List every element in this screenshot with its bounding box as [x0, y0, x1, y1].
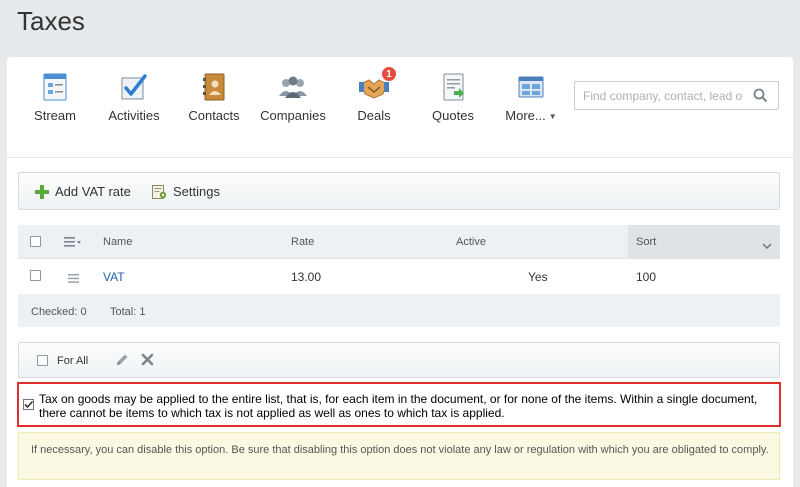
page-title: Taxes	[17, 6, 85, 36]
quotes-icon	[438, 72, 468, 102]
apply-tax-checkbox[interactable]	[23, 399, 34, 410]
plus-icon	[35, 184, 49, 199]
nav-item-contacts[interactable]: Contacts	[186, 70, 242, 123]
nav-label: Companies	[260, 108, 326, 123]
grid-footer: Checked: 0 Total: 1	[18, 294, 780, 327]
grid-header: Name Rate Active Sort	[18, 225, 780, 259]
search-input[interactable]	[575, 82, 747, 109]
caret-down-icon: ▼	[548, 112, 557, 122]
column-header-rate[interactable]: Rate	[291, 236, 314, 248]
tax-notice-box: Tax on goods may be applied to the entir…	[17, 382, 781, 427]
delete-icon[interactable]	[141, 353, 154, 371]
contacts-icon	[199, 72, 229, 102]
tax-notice-text: Tax on goods may be applied to the entir…	[39, 392, 758, 420]
search-box	[574, 81, 779, 110]
more-icon	[516, 72, 546, 102]
total-count: Total: 1	[110, 306, 146, 318]
for-all-label: For All	[57, 355, 89, 367]
nav-label: Contacts	[188, 108, 240, 123]
row-active: Yes	[528, 270, 548, 284]
toolbar: Add VAT rate Settings	[18, 172, 780, 210]
settings-icon	[152, 184, 167, 199]
checked-count: Checked: 0	[31, 306, 87, 318]
deals-icon: 1	[359, 66, 397, 102]
nav-label: More...	[505, 108, 546, 123]
activities-icon	[119, 72, 149, 102]
row-rate: 13.00	[291, 270, 322, 284]
companies-icon	[278, 72, 308, 102]
nav-item-activities[interactable]: Activities	[104, 70, 164, 123]
settings-button[interactable]: Settings	[152, 184, 220, 199]
column-settings-icon[interactable]	[64, 235, 82, 253]
nav-label: Stream	[34, 108, 76, 123]
deals-badge: 1	[381, 66, 397, 82]
warning-text: If necessary, you can disable this optio…	[31, 444, 769, 456]
row-menu-icon[interactable]	[68, 271, 79, 289]
chevron-down-icon	[762, 237, 772, 255]
nav-item-companies[interactable]: Companies	[260, 70, 326, 123]
settings-label: Settings	[173, 184, 220, 199]
row-checkbox[interactable]	[30, 270, 41, 281]
add-vat-rate-label: Add VAT rate	[55, 184, 131, 199]
nav-label: Quotes	[432, 108, 474, 123]
nav-item-more[interactable]: More... ▼	[504, 70, 558, 123]
column-header-name[interactable]: Name	[103, 236, 132, 248]
add-vat-rate-button[interactable]: Add VAT rate	[35, 184, 131, 199]
checkmark-icon	[24, 400, 34, 409]
table-row: VAT 13.00 Yes 100	[18, 259, 780, 294]
nav-item-deals[interactable]: 1 Deals	[352, 66, 397, 123]
nav-item-stream[interactable]: Stream	[28, 70, 82, 123]
search-icon[interactable]	[753, 88, 768, 108]
row-sort: 100	[636, 270, 657, 284]
divider	[7, 157, 793, 158]
warning-box: If necessary, you can disable this optio…	[18, 432, 780, 480]
stream-icon	[40, 72, 70, 102]
column-header-active[interactable]: Active	[456, 236, 486, 248]
for-all-checkbox[interactable]	[37, 355, 48, 366]
nav-label: Activities	[108, 108, 160, 123]
select-all-checkbox[interactable]	[30, 236, 41, 247]
nav-label: Deals	[357, 108, 391, 123]
group-action-bar: For All	[18, 342, 780, 378]
column-header-sort: Sort	[636, 236, 657, 248]
edit-pencil-icon[interactable]	[115, 353, 129, 372]
row-name-link[interactable]: VAT	[103, 270, 125, 284]
nav-item-quotes[interactable]: Quotes	[428, 70, 478, 123]
column-header-sort-cell[interactable]: Sort	[628, 225, 780, 259]
